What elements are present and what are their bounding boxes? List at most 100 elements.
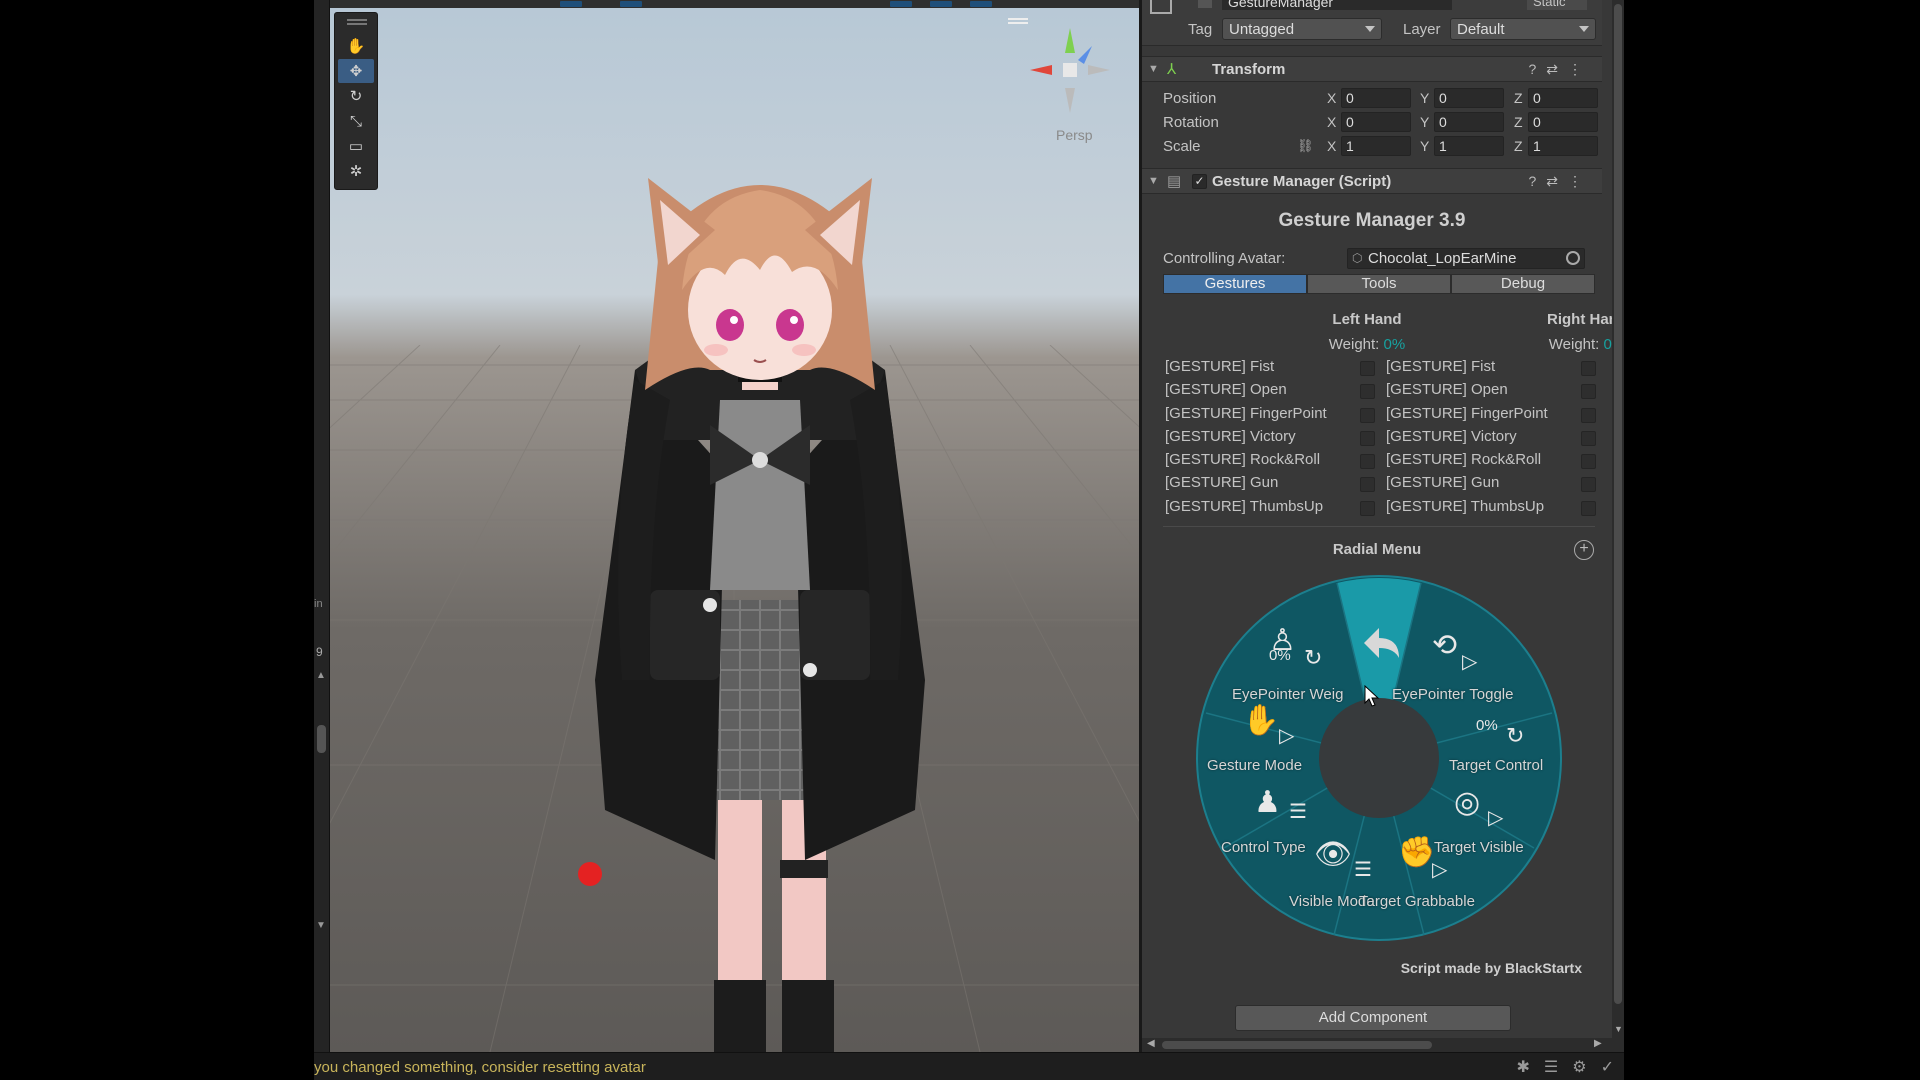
list-item[interactable]: [GESTURE] Rock&Roll [1386, 451, 1596, 474]
position-x-field[interactable]: 0 [1341, 88, 1411, 108]
gesture-checkbox[interactable] [1581, 500, 1596, 516]
scroll-left-arrow[interactable]: ◀ [1147, 1038, 1155, 1049]
list-item[interactable]: [GESTURE] Fist [1386, 358, 1596, 381]
component-header-icons[interactable]: ?⇄⋮ [1528, 173, 1592, 190]
check-icon[interactable]: ✓ [1601, 1057, 1614, 1077]
rotation-y-field[interactable]: 0 [1434, 112, 1504, 132]
axis-y-label[interactable]: Y [1420, 138, 1429, 154]
gesture-checkbox[interactable] [1360, 454, 1375, 470]
gesture-checkbox[interactable] [1581, 361, 1596, 376]
target-marker-dot[interactable] [578, 862, 602, 886]
fold-arrow-icon[interactable]: ▼ [1148, 63, 1159, 75]
axis-x-label[interactable]: X [1327, 138, 1336, 154]
tab-tools[interactable]: Tools [1307, 274, 1451, 294]
scroll-down-arrow[interactable]: ▼ [1614, 1024, 1623, 1034]
rect-tool-icon[interactable]: ▭ [338, 134, 374, 158]
gesture-checkbox[interactable] [1360, 407, 1375, 423]
preset-icon[interactable]: ⇄ [1546, 61, 1568, 77]
list-item[interactable]: [GESTURE] Open [1386, 381, 1596, 404]
bug-icon[interactable]: ✱ [1517, 1057, 1530, 1077]
preset-icon[interactable]: ⇄ [1546, 173, 1568, 189]
list-item[interactable]: [GESTURE] Victory [1386, 428, 1596, 451]
target-grabbable-label[interactable]: Target Grabbable [1359, 893, 1475, 910]
fold-arrow-icon[interactable]: ▼ [1148, 175, 1159, 187]
transform-tool-icon[interactable]: ✲ [338, 159, 374, 183]
scroll-up-arrow[interactable]: ▲ [316, 670, 326, 681]
list-item[interactable]: [GESTURE] FingerPoint [1386, 405, 1596, 428]
layers-icon[interactable]: ☰ [1544, 1057, 1558, 1077]
controlling-avatar-field[interactable]: ⬡ Chocolat_LopEarMine [1347, 248, 1585, 269]
gesture-checkbox[interactable] [1360, 384, 1375, 400]
object-name-field[interactable]: GestureManager [1222, 0, 1452, 10]
scroll-down-arrow[interactable]: ▼ [316, 920, 326, 931]
rotation-z-field[interactable]: 0 [1528, 112, 1598, 132]
component-enabled-checkbox[interactable]: ✓ [1192, 174, 1207, 189]
gesture-mode-label[interactable]: Gesture Mode [1207, 757, 1302, 774]
kebab-menu-icon[interactable]: ⋮ [1568, 61, 1592, 77]
gesture-checkbox[interactable] [1581, 407, 1596, 423]
layer-dropdown[interactable]: Default [1450, 18, 1596, 40]
axis-y-label[interactable]: Y [1420, 114, 1429, 130]
radial-center[interactable] [1319, 698, 1439, 818]
inspector-vertical-scrollbar[interactable]: ▼ [1612, 0, 1624, 1052]
gesture-checkbox[interactable] [1360, 477, 1375, 493]
scale-x-field[interactable]: 1 [1341, 136, 1411, 156]
scale-y-field[interactable]: 1 [1434, 136, 1504, 156]
avatar-character[interactable] [530, 160, 990, 1052]
gesture-checkbox[interactable] [1360, 430, 1375, 446]
list-item[interactable]: [GESTURE] ThumbsUp [1386, 498, 1596, 521]
orientation-gizmo-icon[interactable] [1020, 18, 1120, 138]
scale-z-field[interactable]: 1 [1528, 136, 1598, 156]
gesture-checkbox[interactable] [1360, 361, 1375, 376]
hand-tool-icon[interactable]: ✋ [338, 34, 374, 58]
scrollbar-thumb[interactable] [1162, 1041, 1432, 1049]
kebab-menu-icon[interactable]: ⋮ [1568, 173, 1592, 189]
gesture-checkbox[interactable] [1581, 430, 1596, 446]
position-z-field[interactable]: 0 [1528, 88, 1598, 108]
list-item[interactable]: [GESTURE] Gun [1165, 474, 1375, 497]
tools-drag-handle[interactable] [347, 19, 367, 21]
tab-debug[interactable]: Debug [1451, 274, 1595, 294]
gesture-checkbox[interactable] [1581, 454, 1596, 470]
status-message[interactable]: you changed something, consider resettin… [314, 1059, 646, 1076]
scene-view[interactable]: ✋ ✥ ↻ ⤡ ▭ ✲ Persp [330, 0, 1139, 1052]
rotate-tool-icon[interactable]: ↻ [338, 84, 374, 108]
gesture-checkbox[interactable] [1581, 384, 1596, 400]
eyepointer-weight-label[interactable]: EyePointer Weig [1232, 686, 1343, 703]
axis-x-label[interactable]: X [1327, 90, 1336, 106]
transform-header[interactable]: ▼ ⅄ Transform ?⇄⋮ [1142, 56, 1602, 82]
inspector-horizontal-scrollbar[interactable]: ◀ ▶ [1142, 1038, 1612, 1052]
list-item[interactable]: [GESTURE] Fist [1165, 358, 1375, 381]
tag-dropdown[interactable]: Untagged [1222, 18, 1382, 40]
target-control-label[interactable]: Target Control [1449, 757, 1543, 774]
axis-z-label[interactable]: Z [1514, 114, 1523, 130]
component-header-icons[interactable]: ?⇄⋮ [1528, 61, 1592, 78]
list-item[interactable]: [GESTURE] FingerPoint [1165, 405, 1375, 428]
scrollbar-thumb[interactable] [1614, 4, 1622, 1004]
radial-menu[interactable]: ♙ 0% ↻ EyePointer Weig ⟲ ▷ EyePointer To… [1194, 573, 1564, 943]
axis-z-label[interactable]: Z [1514, 138, 1523, 154]
add-component-button[interactable]: Add Component [1235, 1005, 1511, 1031]
persp-label[interactable]: Persp [1056, 127, 1093, 143]
position-y-field[interactable]: 0 [1434, 88, 1504, 108]
scroll-right-arrow[interactable]: ▶ [1594, 1038, 1602, 1049]
axis-y-label[interactable]: Y [1420, 90, 1429, 106]
list-item[interactable]: [GESTURE] Open [1165, 381, 1375, 404]
control-type-label[interactable]: Control Type [1221, 839, 1306, 856]
help-icon[interactable]: ? [1528, 173, 1546, 189]
left-scrollbar-thumb[interactable] [317, 725, 326, 753]
static-toggle[interactable]: Static [1527, 0, 1587, 10]
gesture-checkbox[interactable] [1360, 500, 1375, 516]
move-tool-icon[interactable]: ✥ [338, 59, 374, 83]
object-picker-icon[interactable] [1566, 251, 1580, 265]
constrain-proportions-icon[interactable]: ⛓ [1297, 138, 1314, 154]
list-item[interactable]: [GESTURE] Gun [1386, 474, 1596, 497]
list-item[interactable]: [GESTURE] Victory [1165, 428, 1375, 451]
tab-gestures[interactable]: Gestures [1163, 274, 1307, 294]
scale-tool-icon[interactable]: ⤡ [338, 109, 374, 133]
active-checkbox[interactable] [1198, 0, 1212, 8]
radial-add-icon[interactable]: + [1574, 540, 1594, 560]
axis-z-label[interactable]: Z [1514, 90, 1523, 106]
axis-x-label[interactable]: X [1327, 114, 1336, 130]
list-item[interactable]: [GESTURE] ThumbsUp [1165, 498, 1375, 521]
